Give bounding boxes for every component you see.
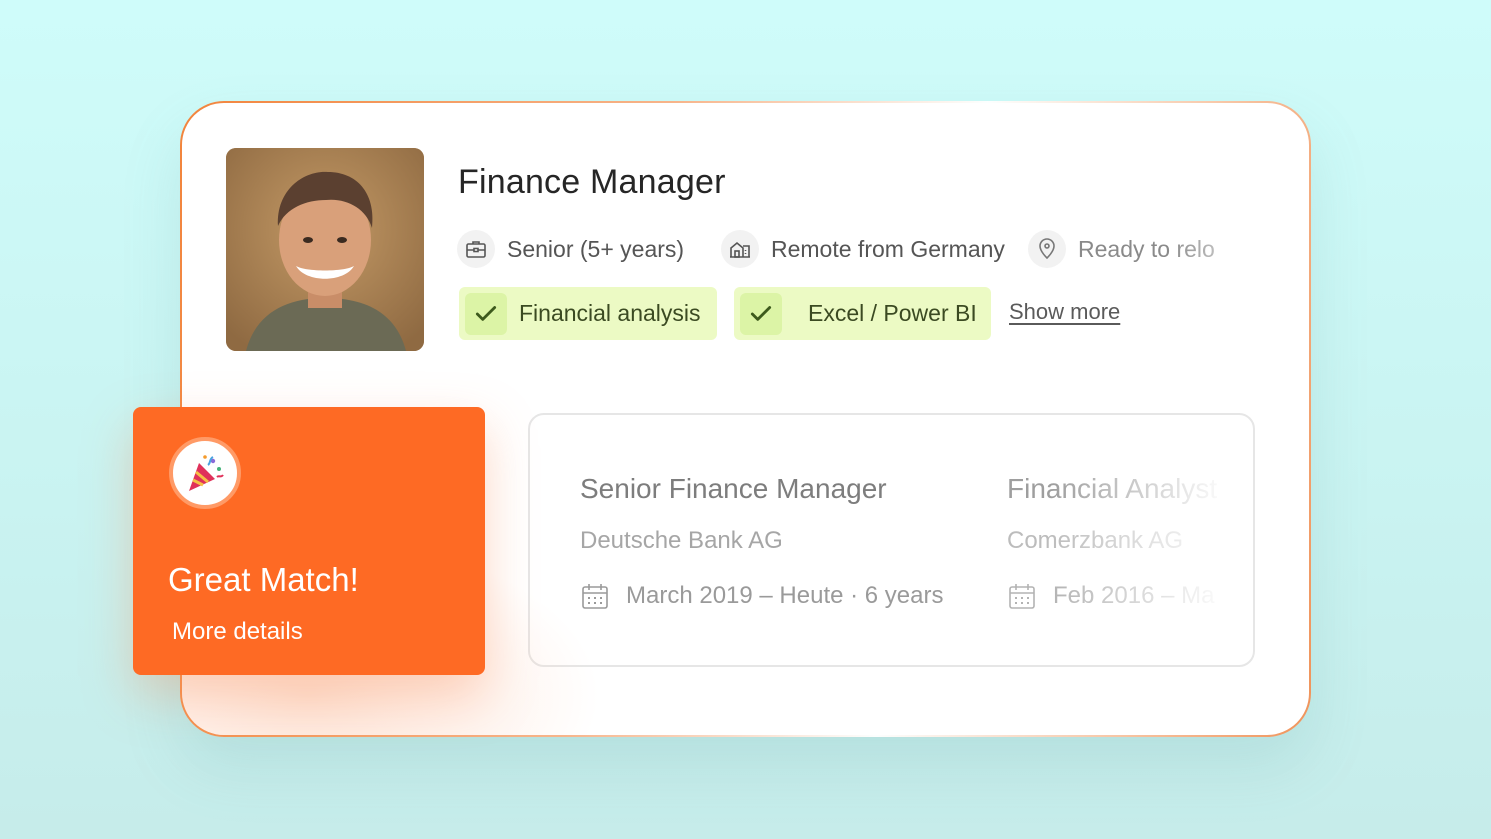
job-title: Finance Manager xyxy=(458,163,726,201)
check-icon xyxy=(465,292,507,335)
show-more-link[interactable]: Show more xyxy=(1009,299,1120,325)
meta-seniority-label: Senior (5+ years) xyxy=(507,235,685,262)
location-pin-icon xyxy=(1028,230,1066,268)
experience-dates: Feb 2016 – Ma xyxy=(1007,581,1229,611)
avatar xyxy=(226,148,424,351)
calendar-icon xyxy=(582,584,608,609)
calendar-icon xyxy=(1009,584,1035,609)
experience-dates-label: March 2019 – Heute · 6 years xyxy=(626,582,944,609)
skill-tag-financial-analysis: Financial analysis xyxy=(459,287,717,340)
briefcase-icon xyxy=(457,230,495,268)
more-details-link[interactable]: More details xyxy=(172,618,303,646)
experience-dates-label: Feb 2016 – Ma xyxy=(1053,582,1215,609)
match-title: Great Match! xyxy=(168,561,359,598)
experience-item: Senior Finance Manager Deutsche Bank AG … xyxy=(580,473,944,611)
meta-location-label: Remote from Germany xyxy=(771,235,1005,262)
building-icon xyxy=(721,230,759,268)
experience-role: Financial Analyst xyxy=(1007,473,1218,504)
meta-location: Remote from Germany xyxy=(721,230,1005,268)
meta-seniority: Senior (5+ years) xyxy=(457,230,684,268)
experience-panel: Senior Finance Manager Deutsche Bank AG … xyxy=(528,413,1255,667)
meta-relocation: Ready to relo xyxy=(1028,230,1278,268)
experience-role: Senior Finance Manager xyxy=(580,473,887,504)
meta-relocation-label: Ready to relo xyxy=(1078,235,1215,262)
check-icon xyxy=(740,292,782,335)
skill-tag-excel-power-bi: Excel / Power BI xyxy=(734,287,991,340)
experience-dates: March 2019 – Heute · 6 years xyxy=(580,581,944,611)
experience-company: Deutsche Bank AG xyxy=(580,527,783,554)
match-card[interactable]: Great Match! More details xyxy=(133,407,485,675)
skill-label: Excel / Power BI xyxy=(808,300,977,326)
skill-label: Financial analysis xyxy=(519,300,701,326)
experience-item: Financial Analyst Comerzbank AG Feb 2016… xyxy=(1007,473,1229,611)
experience-company: Comerzbank AG xyxy=(1007,527,1184,554)
party-popper-icon xyxy=(169,437,241,509)
